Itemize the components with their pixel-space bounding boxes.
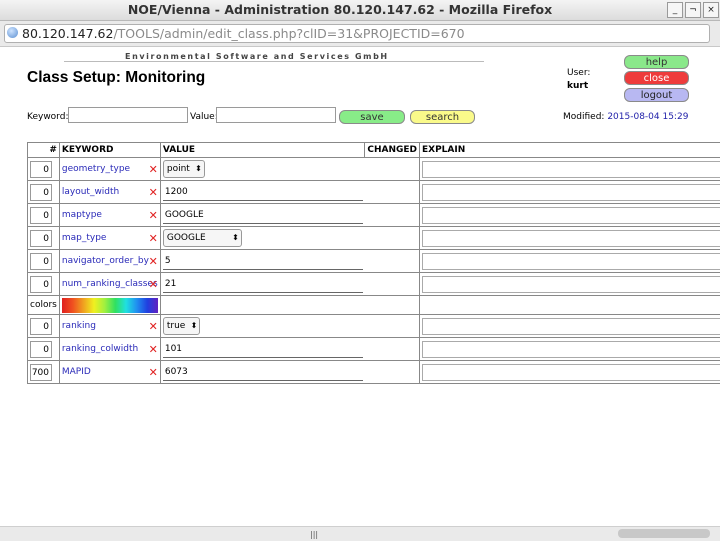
value-select-text: point (167, 164, 190, 174)
keyword-link[interactable]: MAPID (62, 367, 91, 377)
order-input[interactable]: 0 (30, 161, 52, 178)
value-input[interactable]: GOOGLE (163, 207, 363, 224)
explain-input[interactable] (422, 253, 720, 270)
table-row: 700 MAPID ✕ 6073 (28, 361, 720, 384)
table-row: 0 navigator_order_by✕ 5 (28, 250, 720, 273)
scrollbar-thumb[interactable] (618, 529, 710, 538)
table-row: 0 geometry_type ✕ point (28, 158, 720, 181)
delete-x-icon[interactable]: ✕ (149, 255, 158, 268)
company-name: Environmental Software and Services GmbH (125, 52, 389, 61)
delete-x-icon[interactable]: ✕ (149, 186, 158, 199)
delete-x-icon[interactable]: ✕ (149, 320, 158, 333)
keyword-link[interactable]: geometry_type (62, 164, 130, 174)
window-titlebar: NOE/Vienna - Administration 80.120.147.6… (0, 0, 720, 21)
color-gradient-bar[interactable] (62, 298, 158, 313)
close-window-button[interactable]: × (703, 2, 719, 18)
header-changed: CHANGED (365, 143, 420, 158)
url-host: 80.120.147.62 (22, 26, 113, 41)
keyword-label: Keyword: (27, 112, 68, 122)
order-input[interactable]: 700 (30, 364, 52, 381)
user-label: User: (567, 68, 590, 78)
maximize-button[interactable]: ¬ (685, 2, 701, 18)
order-input[interactable]: 0 (30, 253, 52, 270)
value-input[interactable]: 5 (163, 253, 363, 270)
header-num: # (28, 143, 60, 158)
close-button[interactable]: close (624, 71, 689, 85)
order-input[interactable]: 0 (30, 318, 52, 335)
table-row: 0 maptype ✕ GOOGLE (28, 204, 720, 227)
header-keyword: KEYWORD (59, 143, 160, 158)
window-title: NOE/Vienna - Administration 80.120.147.6… (0, 2, 680, 17)
search-button[interactable]: search (410, 110, 475, 124)
value-select-text: GOOGLE (167, 233, 206, 243)
explain-input[interactable] (422, 341, 720, 358)
explain-input[interactable] (422, 161, 720, 178)
url-field[interactable]: 80.120.147.62/TOOLS/admin/edit_class.php… (4, 24, 710, 43)
value-input[interactable]: 21 (163, 276, 363, 293)
explain-input[interactable] (422, 318, 720, 335)
user-name: kurt (567, 81, 588, 91)
delete-x-icon[interactable]: ✕ (149, 209, 158, 222)
keyword-link[interactable]: maptype (62, 210, 102, 220)
explain-input[interactable] (422, 364, 720, 381)
value-select[interactable]: point (163, 160, 205, 178)
globe-icon (7, 27, 18, 38)
minimize-button[interactable]: _ (667, 2, 683, 18)
table-row: 0 layout_width ✕ 1200 (28, 181, 720, 204)
value-input[interactable]: 101 (163, 341, 363, 358)
table-header: # KEYWORD VALUE CHANGED EXPLAIN (28, 143, 720, 158)
table-row: 0 num_ranking_classes✕ 21 (28, 273, 720, 296)
delete-x-icon[interactable]: ✕ (149, 343, 158, 356)
keyword-link[interactable]: ranking_colwidth (62, 344, 138, 354)
value-select[interactable]: GOOGLE (163, 229, 242, 247)
keyword-link[interactable]: ranking (62, 321, 96, 331)
address-bar: 80.120.147.62/TOOLS/admin/edit_class.php… (0, 21, 720, 47)
help-button[interactable]: help (624, 55, 689, 69)
keyword-link[interactable]: layout_width (62, 187, 119, 197)
header-explain: EXPLAIN (420, 143, 720, 158)
colors-label: colors (28, 296, 60, 315)
delete-x-icon[interactable]: ✕ (149, 278, 158, 291)
value-input[interactable]: 1200 (163, 184, 363, 201)
horizontal-scrollbar[interactable]: ||| (0, 526, 720, 541)
order-input[interactable]: 0 (30, 341, 52, 358)
scrollbar-grip-icon: ||| (310, 530, 318, 539)
delete-x-icon[interactable]: ✕ (149, 232, 158, 245)
order-input[interactable]: 0 (30, 184, 52, 201)
modified-date: 2015-08-04 15:29 (607, 112, 688, 122)
keyword-link[interactable]: navigator_order_by (62, 256, 149, 266)
table-row: 0 ranking_colwidth ✕ 101 (28, 338, 720, 361)
value-label: Value: (190, 112, 218, 122)
url-path: /TOOLS/admin/edit_class.php?clID=31&PROJ… (113, 26, 464, 41)
modified-label: Modified: (563, 112, 604, 122)
explain-input[interactable] (422, 184, 720, 201)
value-select-text: true (167, 321, 185, 331)
explain-input[interactable] (422, 230, 720, 247)
page-title: Class Setup: Monitoring (27, 69, 205, 87)
value-input[interactable]: 6073 (163, 364, 363, 381)
explain-input[interactable] (422, 207, 720, 224)
delete-x-icon[interactable]: ✕ (149, 366, 158, 379)
keyword-link[interactable]: map_type (62, 233, 107, 243)
header-value: VALUE (160, 143, 365, 158)
delete-x-icon[interactable]: ✕ (149, 163, 158, 176)
logout-button[interactable]: logout (624, 88, 689, 102)
order-input[interactable]: 0 (30, 276, 52, 293)
table-row: 0 map_type ✕ GOOGLE (28, 227, 720, 250)
keyword-input[interactable] (68, 107, 188, 123)
save-button[interactable]: save (339, 110, 405, 124)
value-select[interactable]: true (163, 317, 200, 335)
value-input[interactable] (216, 107, 336, 123)
class-settings-table: # KEYWORD VALUE CHANGED EXPLAIN 0 geomet… (27, 142, 720, 384)
order-input[interactable]: 0 (30, 207, 52, 224)
table-row-colors: colors (28, 296, 720, 315)
explain-input[interactable] (422, 276, 720, 293)
company-divider (64, 61, 484, 62)
table-row: 0 ranking ✕ true (28, 315, 720, 338)
keyword-link[interactable]: num_ranking_classes (62, 279, 158, 289)
order-input[interactable]: 0 (30, 230, 52, 247)
